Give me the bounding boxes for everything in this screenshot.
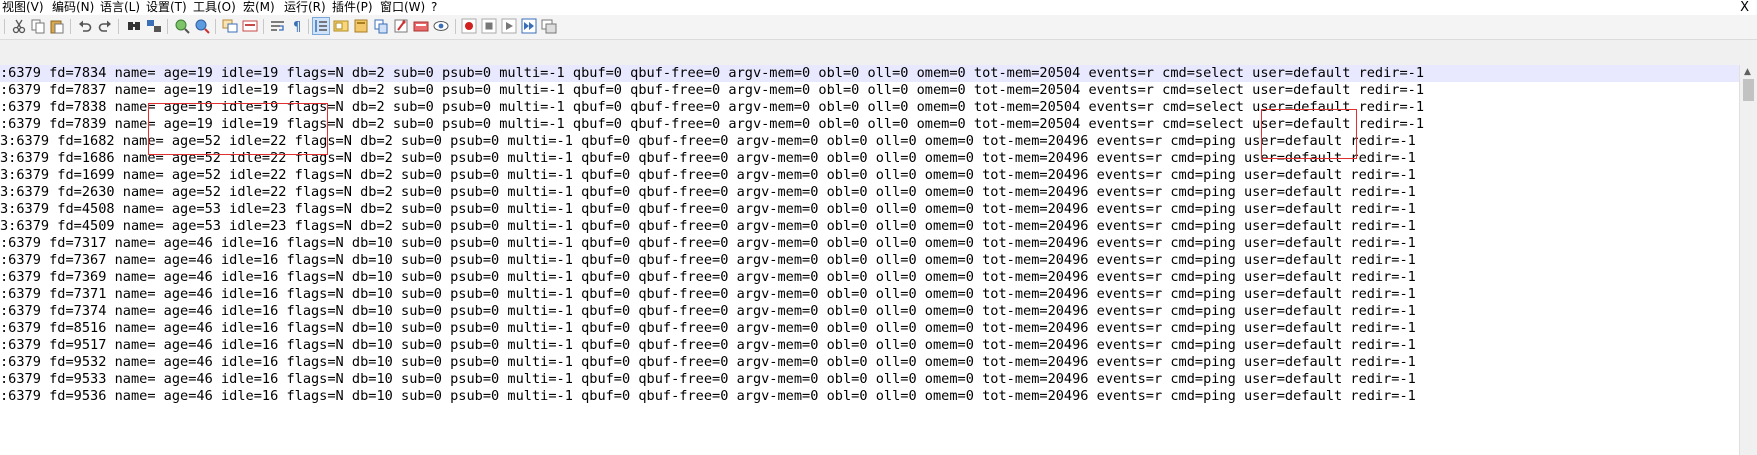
text-line[interactable]: :6379 fd=8516 name= age=46 idle=16 flags… — [0, 320, 1416, 337]
zoom-in-icon[interactable] — [174, 18, 190, 34]
toolbar-separator — [4, 19, 5, 34]
text-line[interactable]: :6379 fd=9532 name= age=46 idle=16 flags… — [0, 354, 1416, 371]
text-line[interactable]: :6379 fd=7837 name= age=19 idle=19 flags… — [0, 82, 1424, 99]
menu-run[interactable]: 运行(R) — [284, 0, 326, 15]
indent-guide-icon[interactable] — [312, 17, 330, 35]
save-macro-icon[interactable] — [541, 18, 557, 34]
copy-icon[interactable] — [30, 18, 46, 34]
playback-macro-icon[interactable] — [501, 18, 517, 34]
text-editor[interactable]: :6379 fd=7834 name= age=19 idle=19 flags… — [0, 65, 1739, 455]
menu-macro[interactable]: 宏(M) — [243, 0, 275, 15]
text-line[interactable]: :6379 fd=7369 name= age=46 idle=16 flags… — [0, 269, 1416, 286]
paste-icon[interactable] — [49, 18, 65, 34]
menu-plugins[interactable]: 插件(P) — [332, 0, 373, 15]
menu-tools[interactable]: 工具(O) — [193, 0, 236, 15]
menu-encoding[interactable]: 编码(N) — [52, 0, 94, 15]
run-macro-multiple-icon[interactable] — [521, 18, 537, 34]
text-line[interactable]: 3:6379 fd=4508 name= age=53 idle=23 flag… — [0, 201, 1416, 218]
document-list-icon[interactable] — [413, 18, 429, 34]
folder-workspace-icon[interactable] — [393, 18, 409, 34]
menu-view[interactable]: 视图(V) — [2, 0, 44, 15]
toolbar-separator — [263, 19, 264, 34]
monitoring-icon[interactable] — [433, 18, 449, 34]
tab-bar — [0, 40, 1757, 66]
toolbar: ¶ — [0, 15, 1757, 40]
replace-icon[interactable] — [146, 18, 162, 34]
redo-icon[interactable] — [97, 18, 113, 34]
record-macro-icon[interactable] — [461, 18, 477, 34]
zoom-out-icon[interactable] — [194, 18, 210, 34]
menu-bar: 视图(V) 编码(N) 语言(L) 设置(T) 工具(O) 宏(M) 运行(R)… — [0, 0, 1757, 15]
text-line[interactable]: 3:6379 fd=2630 name= age=52 idle=22 flag… — [0, 184, 1416, 201]
scroll-up-arrow-icon[interactable]: ▲ — [1744, 67, 1751, 77]
undo-icon[interactable] — [77, 18, 93, 34]
text-line[interactable]: :6379 fd=7317 name= age=46 idle=16 flags… — [0, 235, 1416, 252]
toolbar-separator — [455, 19, 456, 34]
text-line[interactable]: :6379 fd=7834 name= age=19 idle=19 flags… — [0, 65, 1739, 82]
menu-help[interactable]: ? — [431, 0, 437, 15]
text-line[interactable]: 3:6379 fd=1699 name= age=52 idle=22 flag… — [0, 167, 1416, 184]
text-line[interactable]: :6379 fd=7371 name= age=46 idle=16 flags… — [0, 286, 1416, 303]
sync-horizontal-icon[interactable] — [242, 18, 258, 34]
toolbar-separator — [167, 19, 168, 34]
svg-text:¶: ¶ — [293, 20, 301, 34]
text-line[interactable]: :6379 fd=9517 name= age=46 idle=16 flags… — [0, 337, 1416, 354]
annotation-box-age-idle — [148, 103, 328, 155]
toolbar-separator — [308, 19, 309, 34]
sync-vertical-icon[interactable] — [222, 18, 238, 34]
scrollbar-thumb[interactable] — [1743, 79, 1754, 101]
vertical-scrollbar[interactable]: ▲ — [1739, 65, 1757, 455]
text-line[interactable]: :6379 fd=7367 name= age=46 idle=16 flags… — [0, 252, 1416, 269]
toolbar-separator — [70, 19, 71, 34]
stop-recording-icon[interactable] — [481, 18, 497, 34]
menu-language[interactable]: 语言(L) — [100, 0, 140, 15]
text-line[interactable]: :6379 fd=7374 name= age=46 idle=16 flags… — [0, 303, 1416, 320]
word-wrap-icon[interactable] — [270, 18, 286, 34]
cut-icon[interactable] — [11, 18, 27, 34]
annotation-box-cmd — [1261, 109, 1357, 159]
show-all-chars-icon[interactable]: ¶ — [290, 18, 306, 34]
text-line[interactable]: :6379 fd=9536 name= age=46 idle=16 flags… — [0, 388, 1416, 405]
function-list-icon[interactable] — [373, 18, 389, 34]
user-defined-language-icon[interactable] — [333, 18, 349, 34]
document-map-icon[interactable] — [353, 18, 369, 34]
close-button[interactable]: X — [1740, 0, 1749, 15]
menu-settings[interactable]: 设置(T) — [146, 0, 187, 15]
text-line[interactable]: 3:6379 fd=4509 name= age=53 idle=23 flag… — [0, 218, 1416, 235]
menu-window[interactable]: 窗口(W) — [380, 0, 425, 15]
find-icon[interactable] — [126, 18, 142, 34]
toolbar-separator — [215, 19, 216, 34]
text-line[interactable]: :6379 fd=9533 name= age=46 idle=16 flags… — [0, 371, 1416, 388]
toolbar-separator — [118, 19, 119, 34]
